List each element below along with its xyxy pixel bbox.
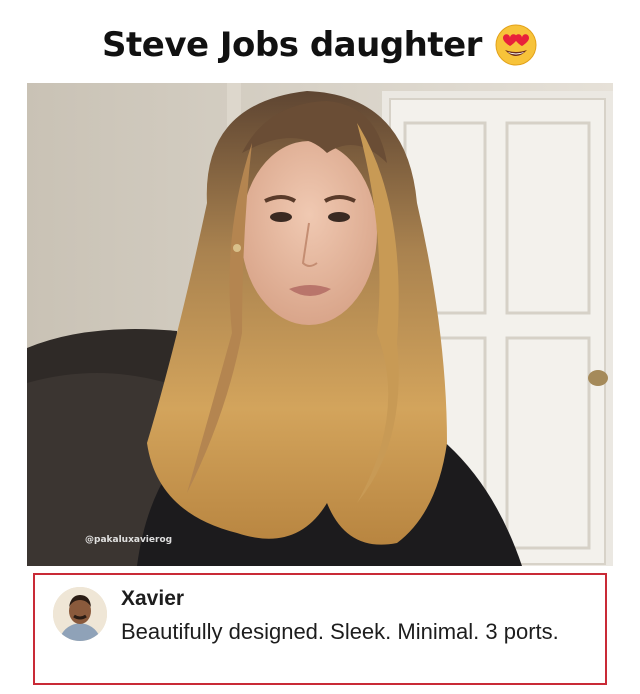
heart-eyes-emoji-icon bbox=[494, 23, 538, 67]
photo-watermark: @pakaluxavierog bbox=[85, 535, 173, 545]
post-photo: @pakaluxavierog bbox=[27, 83, 613, 566]
post-title: Steve Jobs daughter bbox=[102, 25, 482, 65]
comment-author: Xavier bbox=[121, 587, 185, 610]
comment-card: Xavier Beautifully designed. Sleek. Mini… bbox=[33, 573, 607, 685]
avatar bbox=[53, 587, 107, 641]
post-title-bar: Steve Jobs daughter bbox=[0, 14, 640, 76]
comment-text: Beautifully designed. Sleek. Minimal. 3 … bbox=[121, 619, 559, 644]
